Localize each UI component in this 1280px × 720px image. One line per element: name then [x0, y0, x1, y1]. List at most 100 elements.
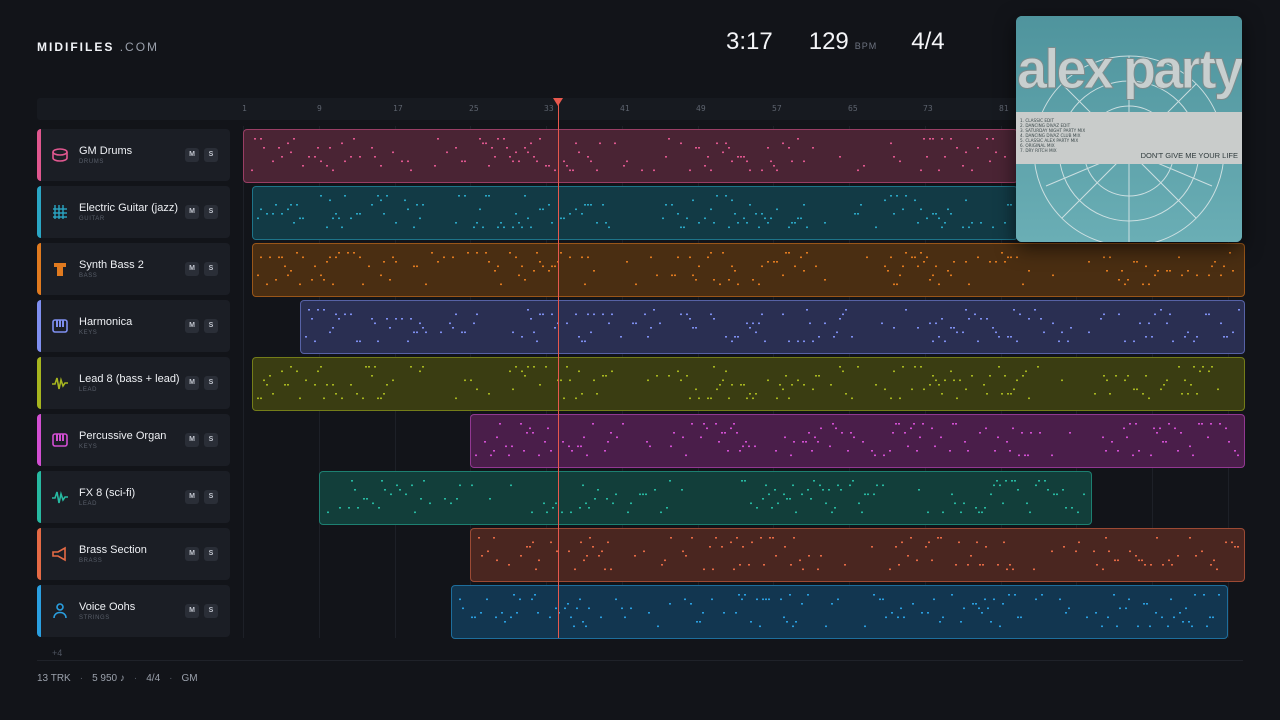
track-color-stripe [37, 357, 41, 409]
note-pattern [257, 195, 1012, 229]
playhead[interactable] [558, 100, 559, 638]
bpm-unit-label: BPM [854, 41, 878, 51]
track-name: Brass Section [79, 544, 147, 556]
ruler-tick: 49 [696, 104, 706, 113]
note-count: 5 950 ♪ [92, 673, 125, 684]
track-category: BRASS [79, 558, 103, 564]
mute-button[interactable]: M [185, 547, 199, 561]
track-clip[interactable] [243, 129, 1018, 183]
wave-icon [51, 488, 69, 506]
track-clip[interactable] [319, 471, 1092, 525]
album-cover: 1. CLASSIC EDIT 2. DANCING DIVAZ EDIT 3.… [1016, 16, 1242, 242]
wave-icon [51, 374, 69, 392]
track-name: Synth Bass 2 [79, 259, 144, 271]
song-stats: 3:17 129 BPM 4/4 [726, 28, 945, 60]
solo-button[interactable]: S [204, 205, 218, 219]
solo-button[interactable]: S [204, 148, 218, 162]
note-pattern [251, 138, 1006, 172]
footer-stats: 13 TRK · 5 950 ♪ · 4/4 · GM [37, 673, 198, 684]
logo-domain: .COM [119, 40, 160, 54]
track-color-stripe [37, 528, 41, 580]
ruler-tick: 65 [848, 104, 858, 113]
track-header[interactable]: Synth Bass 2 BASS M S [37, 243, 230, 295]
keys-icon [51, 431, 69, 449]
track-header[interactable]: Percussive Organ KEYS M S [37, 414, 230, 466]
track-name: Percussive Organ [79, 430, 167, 442]
track-clip[interactable] [470, 414, 1245, 468]
ruler-tick: 1 [242, 104, 247, 113]
note-pattern [257, 366, 1219, 400]
track-header[interactable]: Electric Guitar (jazz) GUITAR M S [37, 186, 230, 238]
track-clip[interactable] [252, 357, 1245, 411]
solo-button[interactable]: S [204, 547, 218, 561]
track-name: Lead 8 (bass + lead) [79, 373, 180, 385]
track-clip[interactable] [300, 300, 1245, 354]
track-header[interactable]: Voice Oohs STRINGS M S [37, 585, 230, 637]
track-name: FX 8 (sci-fi) [79, 487, 136, 499]
track-header[interactable]: Brass Section BRASS M S [37, 528, 230, 580]
note-pattern [459, 594, 1220, 628]
track-color-stripe [37, 585, 41, 637]
album-title: DON'T GIVE ME YOUR LIFE [1141, 151, 1238, 160]
mute-button[interactable]: M [185, 262, 199, 276]
footer-format: GM [181, 673, 198, 684]
ruler-tick: 81 [999, 104, 1009, 113]
solo-button[interactable]: S [204, 262, 218, 276]
solo-button[interactable]: S [204, 490, 218, 504]
solo-button[interactable]: S [204, 319, 218, 333]
mute-button[interactable]: M [185, 433, 199, 447]
track-category: BASS [79, 273, 98, 279]
track-name: GM Drums [79, 145, 133, 157]
mute-button[interactable]: M [185, 148, 199, 162]
track-color-stripe [37, 186, 41, 238]
keys-icon [51, 317, 69, 335]
ruler-tick: 57 [772, 104, 782, 113]
solo-button[interactable]: S [204, 433, 218, 447]
solo-button[interactable]: S [204, 604, 218, 618]
track-color-stripe [37, 243, 41, 295]
mute-button[interactable]: M [185, 376, 199, 390]
mute-button[interactable]: M [185, 490, 199, 504]
ruler-tick: 9 [317, 104, 322, 113]
track-category: DRUMS [79, 159, 104, 165]
brass-icon [51, 545, 69, 563]
track-color-stripe [37, 471, 41, 523]
track-header[interactable]: Lead 8 (bass + lead) LEAD M S [37, 357, 230, 409]
album-artist: alex party [1017, 37, 1242, 100]
mute-button[interactable]: M [185, 319, 199, 333]
solo-button[interactable]: S [204, 376, 218, 390]
track-header[interactable]: FX 8 (sci-fi) LEAD M S [37, 471, 230, 523]
track-clip[interactable] [451, 585, 1228, 639]
ruler-tick: 25 [469, 104, 479, 113]
svg-text:7. DRY RITCH MIX: 7. DRY RITCH MIX [1020, 148, 1057, 153]
track-name: Electric Guitar (jazz) [79, 202, 179, 214]
track-color-stripe [37, 129, 41, 181]
track-name: Voice Oohs [79, 601, 136, 613]
mute-button[interactable]: M [185, 604, 199, 618]
track-clip[interactable] [252, 186, 1018, 240]
grid-line [243, 126, 244, 638]
note-pattern [475, 423, 1239, 457]
song-duration: 3:17 [726, 28, 773, 55]
note-pattern [327, 480, 1085, 514]
note-pattern [478, 537, 1239, 571]
track-category: STRINGS [79, 615, 110, 621]
more-tracks-indicator[interactable]: +4 [52, 648, 62, 658]
drum-icon [51, 146, 69, 164]
track-count: 13 TRK [37, 673, 71, 684]
track-clip[interactable] [470, 528, 1245, 582]
ruler-tick: 41 [620, 104, 630, 113]
track-header[interactable]: Harmonica KEYS M S [37, 300, 230, 352]
track-clip[interactable] [252, 243, 1245, 297]
track-header[interactable]: GM Drums DRUMS M S [37, 129, 230, 181]
track-name: Harmonica [79, 316, 133, 328]
voice-icon [51, 602, 69, 620]
note-pattern [305, 309, 1240, 343]
ruler-tick: 17 [393, 104, 403, 113]
guitar-icon [51, 203, 69, 221]
site-logo[interactable]: MIDIFILES .COM [37, 40, 159, 54]
footer-time-signature: 4/4 [146, 673, 161, 684]
mute-button[interactable]: M [185, 205, 199, 219]
track-color-stripe [37, 414, 41, 466]
track-category: GUITAR [79, 216, 105, 222]
